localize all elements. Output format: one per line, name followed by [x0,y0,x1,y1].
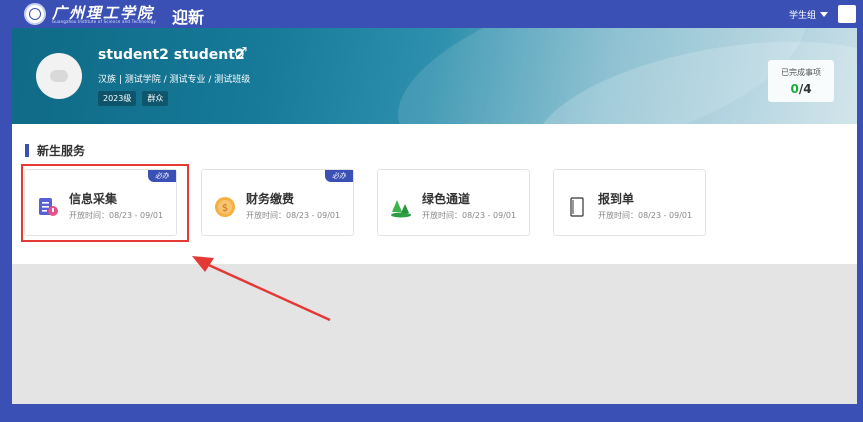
annotation-arrow [192,256,331,322]
